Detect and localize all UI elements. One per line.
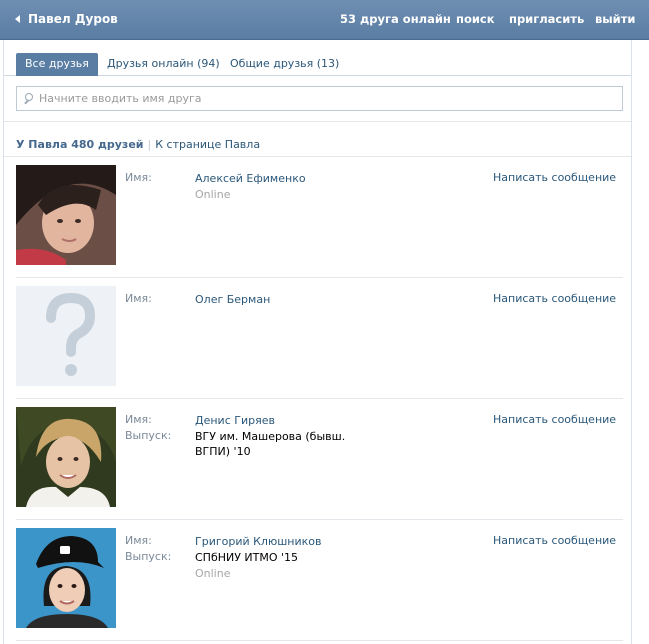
back-arrow-icon [15,15,20,23]
search-link[interactable]: поиск [456,12,495,26]
row-divider [16,640,623,641]
friends-panel: Все друзья Друзья онлайн (94) Общие друз… [3,40,632,644]
back-label: Павел Дуров [28,12,118,26]
graduation-value: СПбНИУ ИТМО '15 [195,551,299,564]
friend-search-input[interactable] [37,88,622,109]
name-label: Имя: [125,171,152,184]
friend-avatar-placeholder[interactable] [16,286,116,386]
write-message-link[interactable]: Написать сообщение [493,171,616,184]
invite-link[interactable]: пригласить [509,12,584,26]
online-friends-link[interactable]: 53 друга онлайн [340,12,451,26]
friend-avatar[interactable] [16,528,116,628]
friend-name[interactable]: Олег Берман [195,292,270,307]
divider [4,121,631,122]
friend-search-box [16,86,623,111]
friends-summary: У Павла 480 друзей | К странице Павла [16,138,260,151]
write-message-link[interactable]: Написать сообщение [493,413,616,426]
profile-link[interactable]: К странице Павла [155,138,260,151]
summary-separator: | [147,138,152,151]
friend-name[interactable]: Григорий Клюшников [195,534,322,549]
tab-bar: Все друзья Друзья онлайн (94) Общие друз… [4,40,631,76]
logout-link[interactable]: выйти [595,12,635,26]
online-status: Online [195,188,231,201]
back-link[interactable]: Павел Дуров [15,12,118,26]
friend-avatar[interactable] [16,165,116,265]
search-icon [23,92,37,106]
name-label: Имя: [125,292,152,305]
friend-row: Имя: Олег Берман Написать сообщение [16,278,623,399]
tab-all-friends[interactable]: Все друзья [16,53,98,76]
friend-name[interactable]: Денис Гиряев [195,413,275,428]
friend-row: Имя: Денис Гиряев Выпуск: ВГУ им. Машеро… [16,399,623,520]
friend-avatar[interactable] [16,407,116,507]
online-status: Online [195,567,231,580]
graduation-value: ВГПИ) '10 [195,445,251,458]
write-message-link[interactable]: Написать сообщение [493,292,616,305]
name-label: Имя: [125,534,152,547]
graduation-value: ВГУ им. Машерова (бывш. [195,430,346,443]
friend-row: Имя: Алексей Ефименко Online Написать со… [16,157,623,278]
write-message-link[interactable]: Написать сообщение [493,534,616,547]
friend-name[interactable]: Алексей Ефименко [195,171,306,186]
top-bar: Павел Дуров 53 друга онлайн поиск пригла… [0,0,649,40]
name-label: Имя: [125,413,152,426]
tab-friends-online[interactable]: Друзья онлайн (94) [98,53,229,76]
friends-count: У Павла 480 друзей [16,138,144,151]
friend-row: Имя: Григорий Клюшников Выпуск: СПбНИУ И… [16,520,623,641]
graduation-label: Выпуск: [125,429,172,442]
graduation-label: Выпуск: [125,550,172,563]
tab-common-friends[interactable]: Общие друзья (13) [221,53,348,76]
